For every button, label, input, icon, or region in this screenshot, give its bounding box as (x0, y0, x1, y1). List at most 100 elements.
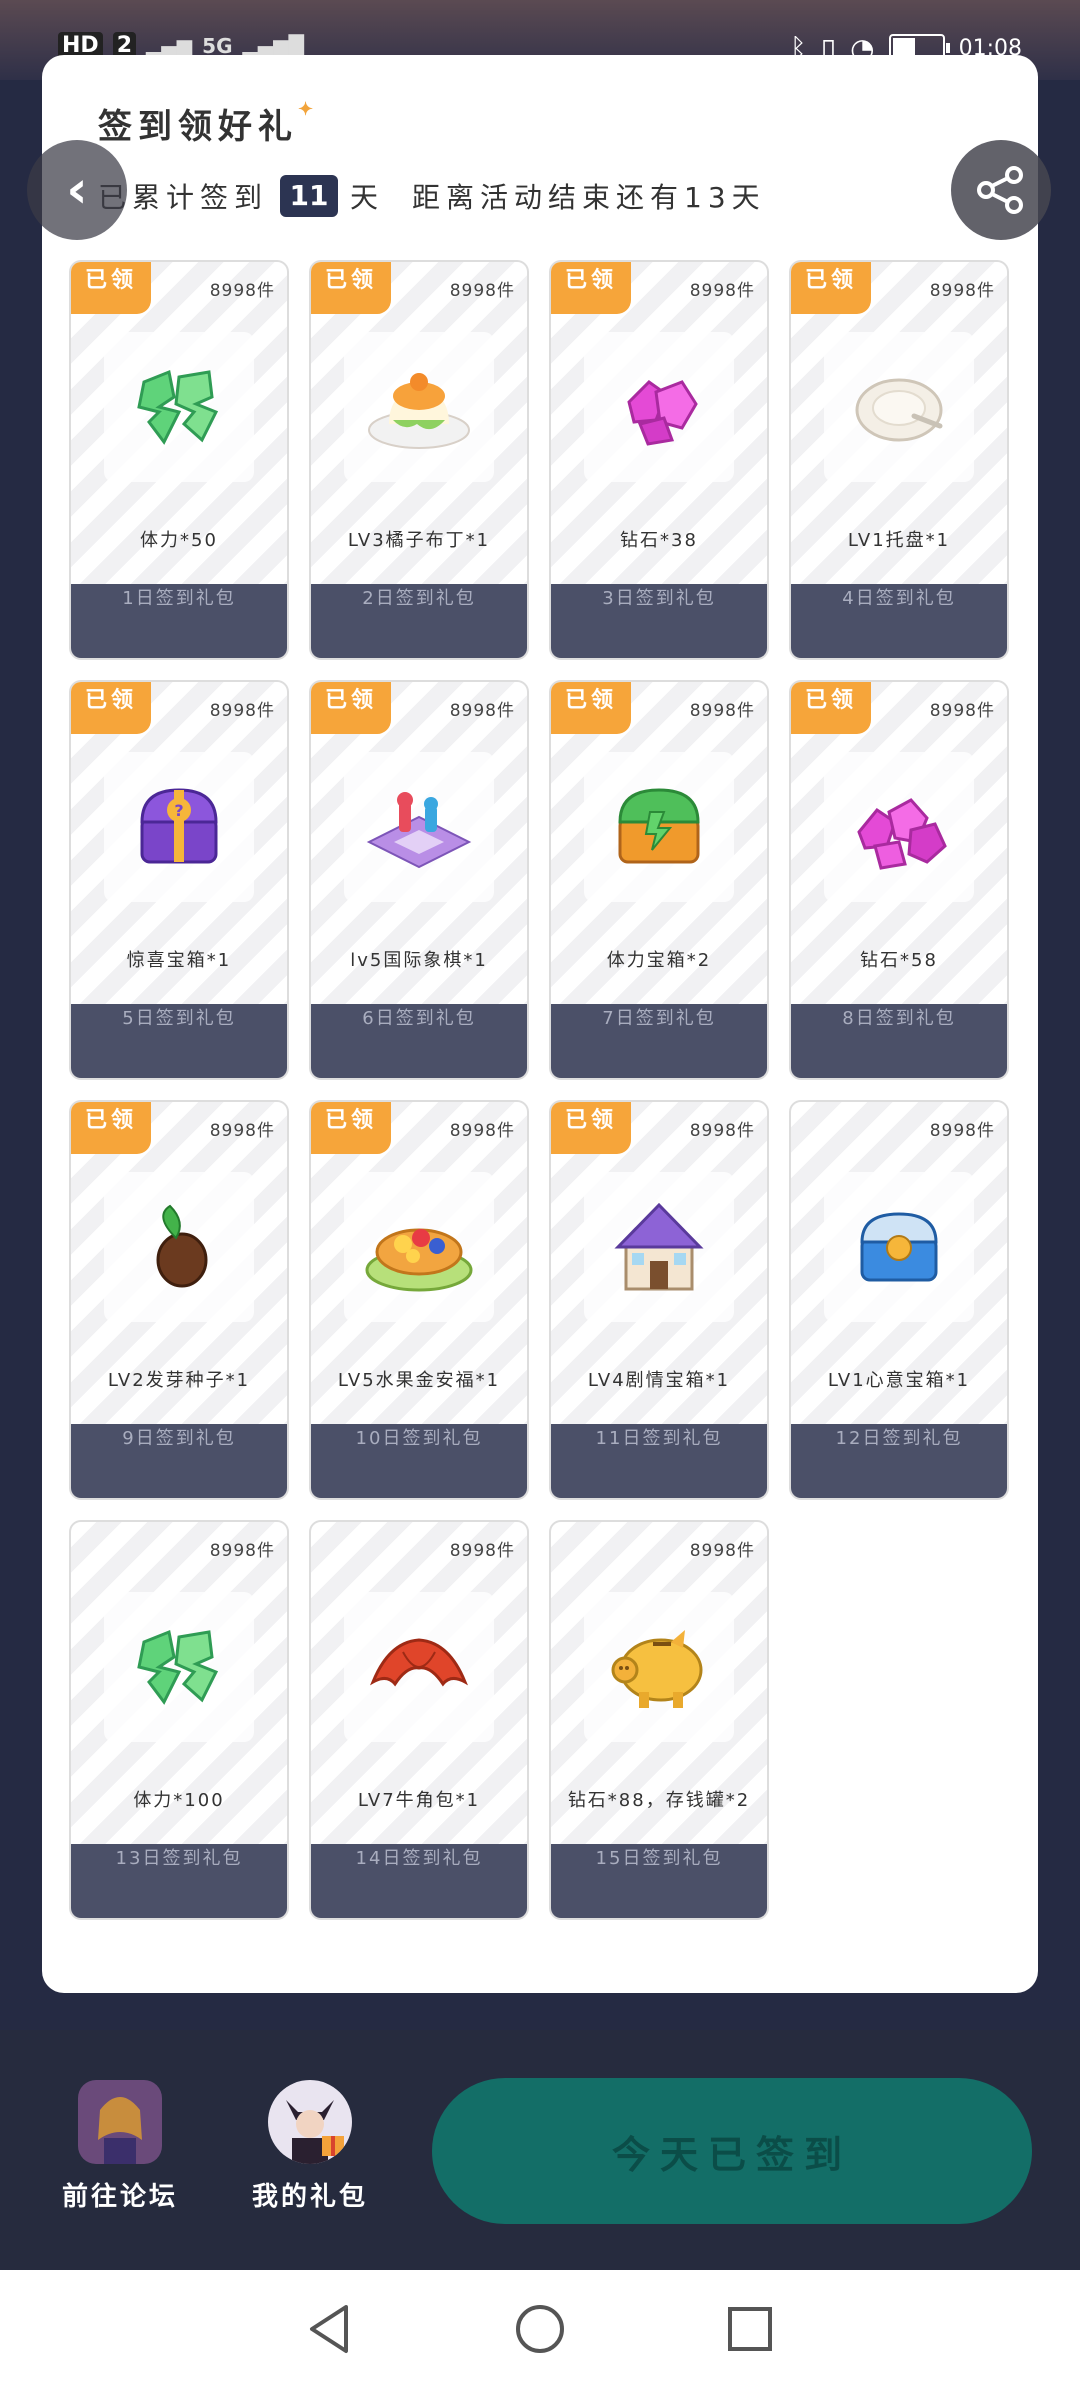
subtitle-days-unit: 天 (350, 181, 385, 214)
gift-card[interactable]: 已领 8998件体力宝箱*2 7日签到礼包 (549, 680, 769, 1080)
stock-count: 8998件 (929, 281, 995, 301)
gift-name: LV1心意宝箱*1 (827, 1370, 971, 1391)
back-button[interactable]: ‹ (27, 140, 127, 240)
nav-back-icon[interactable] (306, 2303, 354, 2355)
stock-count: 8998件 (209, 1541, 275, 1561)
stamina-icon (104, 1592, 254, 1742)
remaining-days-text: 距离活动结束还有13天 (412, 181, 766, 214)
stock-count: 8998件 (209, 1121, 275, 1141)
day-gift-label: 3日签到礼包 (551, 584, 767, 658)
gift-name: LV5水果金安福*1 (337, 1370, 501, 1391)
stock-count: 8998件 (209, 701, 275, 721)
claimed-badge: 已领 (71, 262, 151, 314)
gift-card[interactable]: 已领 8998件钻石*38 3日签到礼包 (549, 260, 769, 660)
day-gift-label: 13日签到礼包 (71, 1844, 287, 1918)
forum-label: 前往论坛 (61, 2182, 178, 2212)
gift-card[interactable]: 8998件 LV1心意宝箱*1 12日签到礼包 (789, 1100, 1009, 1500)
diamond-pile-icon (824, 752, 974, 902)
claimed-badge: 已领 (311, 262, 391, 314)
day-gift-label: 7日签到礼包 (551, 1004, 767, 1078)
sparkle-icon: ✦ (298, 99, 320, 120)
gift-name: LV3橘子布丁*1 (347, 530, 491, 551)
gift-name: 钻石*38 (620, 530, 698, 551)
stock-count: 8998件 (689, 1541, 755, 1561)
day-gift-label: 12日签到礼包 (791, 1424, 1007, 1498)
day-gift-label: 6日签到礼包 (311, 1004, 527, 1078)
system-nav-bar (0, 2270, 1080, 2388)
signin-progress: 已累计签到 11 天 距离活动结束还有13天 (98, 175, 766, 217)
gift-card[interactable]: 已领 8998件 LV5水果金安福*1 10日签到礼包 (309, 1100, 529, 1500)
gift-card[interactable]: 已领 8998件 LV1托盘*1 4日签到礼包 (789, 260, 1009, 660)
forum-shortcut[interactable]: 前往论坛 (45, 2080, 195, 2213)
gift-card[interactable]: 已领 8998件体力*50 1日签到礼包 (69, 260, 289, 660)
stock-count: 8998件 (449, 281, 515, 301)
claimed-badge: 已领 (551, 1102, 631, 1154)
gift-card[interactable]: 8998件 LV7牛角包*1 14日签到礼包 (309, 1520, 529, 1920)
day-gift-label: 15日签到礼包 (551, 1844, 767, 1918)
claimed-badge: 已领 (551, 682, 631, 734)
gift-card[interactable]: 已领 8998件? 惊喜宝箱*1 5日签到礼包 (69, 680, 289, 1080)
stock-count: 8998件 (929, 1121, 995, 1141)
days-signed-count: 11 (280, 175, 339, 217)
claimed-badge: 已领 (71, 682, 151, 734)
plate-icon (824, 332, 974, 482)
stamina-chest-icon (584, 752, 734, 902)
stock-count: 8998件 (689, 1121, 755, 1141)
gift-name: 体力*100 (133, 1790, 225, 1811)
day-gift-label: 5日签到礼包 (71, 1004, 287, 1078)
claimed-badge: 已领 (791, 262, 871, 314)
stock-count: 8998件 (449, 701, 515, 721)
stamina-icon (104, 332, 254, 482)
gift-card[interactable]: 已领 8998件 LV2发芽种子*1 9日签到礼包 (69, 1100, 289, 1500)
claimed-badge: 已领 (551, 262, 631, 314)
surprise-chest-icon: ? (104, 752, 254, 902)
page-title-text: 签到领好礼 (98, 107, 298, 147)
nav-home-icon[interactable] (514, 2303, 566, 2355)
day-gift-label: 1日签到礼包 (71, 584, 287, 658)
pudding-icon (344, 332, 494, 482)
gift-name: LV4剧情宝箱*1 (587, 1370, 731, 1391)
claimed-badge: 已领 (311, 1102, 391, 1154)
day-gift-label: 4日签到礼包 (791, 584, 1007, 658)
stock-count: 8998件 (209, 281, 275, 301)
nav-recents-icon[interactable] (726, 2305, 774, 2353)
stock-count: 8998件 (449, 1121, 515, 1141)
day-gift-label: 9日签到礼包 (71, 1424, 287, 1498)
stock-count: 8998件 (689, 701, 755, 721)
stock-count: 8998件 (689, 281, 755, 301)
gift-name: 体力宝箱*2 (606, 950, 712, 971)
croissant-icon (344, 1592, 494, 1742)
seed-icon (104, 1172, 254, 1322)
gift-name: 体力*50 (140, 530, 218, 551)
my-gifts-shortcut[interactable]: 我的礼包 (235, 2080, 385, 2213)
claimed-badge: 已领 (311, 682, 391, 734)
gift-card[interactable]: 已领 8998件 LV4剧情宝箱*1 11日签到礼包 (549, 1100, 769, 1500)
claimed-badge: 已领 (791, 682, 871, 734)
my-gifts-label: 我的礼包 (251, 2182, 368, 2212)
gift-name: 惊喜宝箱*1 (126, 950, 232, 971)
blue-chest-icon (824, 1172, 974, 1322)
gift-name: LV1托盘*1 (847, 530, 951, 551)
page-title: 签到领好礼✦ (98, 99, 319, 148)
my-gifts-avatar (268, 2080, 352, 2164)
day-gift-label: 10日签到礼包 (311, 1424, 527, 1498)
day-gift-label: 14日签到礼包 (311, 1844, 527, 1918)
bottom-action-bar: 前往论坛 我的礼包 今天已签到 (0, 2030, 1080, 2270)
day-gift-label: 8日签到礼包 (791, 1004, 1007, 1078)
chevron-left-icon: ‹ (66, 160, 88, 220)
house-icon (584, 1172, 734, 1322)
signed-today-button[interactable]: 今天已签到 (432, 2078, 1032, 2224)
day-gift-label: 2日签到礼包 (311, 584, 527, 658)
gift-card[interactable]: 8998件体力*100 13日签到礼包 (69, 1520, 289, 1920)
share-button[interactable] (951, 140, 1051, 240)
gift-name: LV7牛角包*1 (357, 1790, 481, 1811)
gift-card[interactable]: 8998件 钻石*88，存钱罐*2 15日签到礼包 (549, 1520, 769, 1920)
stock-count: 8998件 (929, 701, 995, 721)
gift-card[interactable]: 已领 8998件 lv5国际象棋*1 6日签到礼包 (309, 680, 529, 1080)
day-gift-label: 11日签到礼包 (551, 1424, 767, 1498)
fruit-tart-icon (344, 1172, 494, 1322)
piggy-bank-icon (584, 1592, 734, 1742)
diamond-icon (584, 332, 734, 482)
gift-card[interactable]: 已领 8998件 LV3橘子布丁*1 2日签到礼包 (309, 260, 529, 660)
gift-card[interactable]: 已领 8998件 钻石*58 8日签到礼包 (789, 680, 1009, 1080)
